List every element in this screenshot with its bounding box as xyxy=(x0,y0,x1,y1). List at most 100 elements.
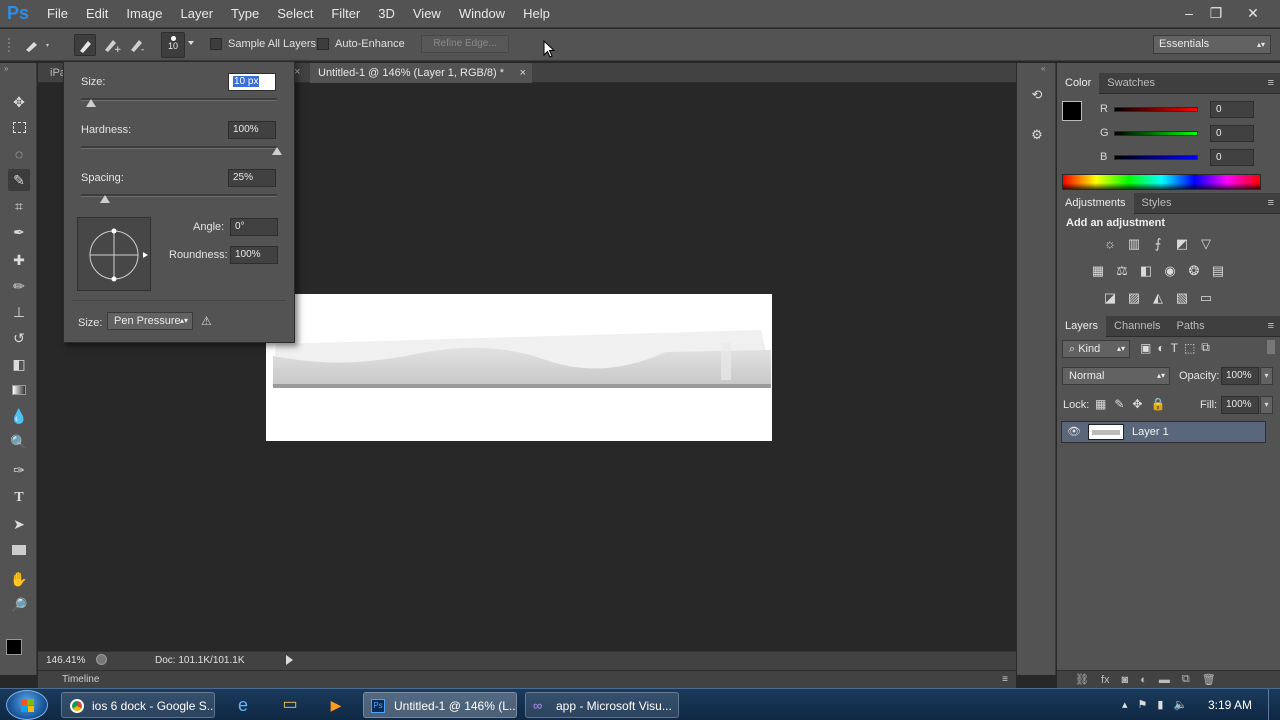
menu-file[interactable]: File xyxy=(38,0,77,28)
lock-image-icon[interactable]: ✎ xyxy=(1114,397,1124,411)
size-input[interactable]: 10 px xyxy=(228,73,276,91)
tray-chevron-icon[interactable]: ▴ xyxy=(1122,698,1128,711)
channel-mixer-icon[interactable]: ❂ xyxy=(1184,261,1204,281)
lock-transparent-icon[interactable]: ▦ xyxy=(1095,397,1106,411)
smart-object-filter-icon[interactable]: ⧉ xyxy=(1201,340,1210,355)
tab-styles[interactable]: Styles xyxy=(1134,193,1180,214)
tab-layers[interactable]: Layers xyxy=(1057,316,1107,337)
add-mask-icon[interactable]: ◙ xyxy=(1122,674,1129,686)
hue-saturation-icon[interactable]: ▦ xyxy=(1088,261,1108,281)
invert-icon[interactable]: ◪ xyxy=(1100,288,1120,308)
pen-tool-icon[interactable]: ✑ xyxy=(8,459,30,481)
new-adjustment-layer-icon[interactable]: ◐ xyxy=(1140,674,1147,686)
gradient-map-icon[interactable]: ▧ xyxy=(1172,288,1192,308)
black-white-icon[interactable]: ◧ xyxy=(1136,261,1156,281)
photo-filter-icon[interactable]: ◉ xyxy=(1160,261,1180,281)
hardness-slider[interactable] xyxy=(81,146,277,149)
document-canvas[interactable] xyxy=(266,294,772,441)
media-player-icon[interactable]: ▶ xyxy=(322,692,350,718)
tab-paths[interactable]: Paths xyxy=(1169,316,1213,337)
size-slider[interactable] xyxy=(81,98,277,101)
levels-icon[interactable]: ▥ xyxy=(1124,234,1144,254)
red-slider[interactable] xyxy=(1114,106,1198,112)
brush-angle-preview[interactable] xyxy=(77,217,151,291)
red-input[interactable]: 0 xyxy=(1210,100,1254,118)
color-lookup-icon[interactable]: ▤ xyxy=(1208,261,1228,281)
pixel-layer-filter-icon[interactable]: ▣ xyxy=(1140,341,1151,355)
tray-network-icon[interactable]: ▮ xyxy=(1157,698,1163,711)
hardness-input[interactable]: 100% xyxy=(228,121,276,139)
blend-mode-dropdown[interactable]: Normal ▴▾ xyxy=(1062,367,1170,385)
eyedropper-tool-icon[interactable]: ✒ xyxy=(8,221,30,243)
angle-input[interactable]: 0° xyxy=(230,218,278,236)
menu-filter[interactable]: Filter xyxy=(322,0,369,28)
lock-all-icon[interactable]: 🔒 xyxy=(1150,397,1165,411)
link-layers-icon[interactable]: ⛓ xyxy=(1075,673,1089,686)
brush-tool-icon[interactable]: ✏ xyxy=(8,275,30,297)
panel-menu-icon[interactable]: ≡ xyxy=(1268,77,1274,89)
visibility-eye-icon[interactable]: 👁 xyxy=(1067,425,1081,438)
foreground-color-swatch[interactable] xyxy=(6,639,22,655)
menu-edit[interactable]: Edit xyxy=(77,0,117,28)
exposure-icon[interactable]: ◩ xyxy=(1172,234,1192,254)
menu-view[interactable]: View xyxy=(404,0,450,28)
restore-button[interactable]: ❐ xyxy=(1205,4,1227,22)
menu-type[interactable]: Type xyxy=(222,0,268,28)
threshold-icon[interactable]: ◭ xyxy=(1148,288,1168,308)
timeline-tab[interactable]: Timeline xyxy=(62,674,99,685)
taskbar-visual-studio[interactable]: ∞ app - Microsoft Visu... xyxy=(525,692,679,718)
menu-window[interactable]: Window xyxy=(450,0,514,28)
eraser-tool-icon[interactable]: ◧ xyxy=(8,353,30,375)
quick-selection-tool-icon[interactable]: ✎ xyxy=(8,169,30,191)
tray-flag-icon[interactable]: ⚑ xyxy=(1138,698,1148,711)
healing-brush-tool-icon[interactable]: ✚ xyxy=(8,249,30,271)
chevron-down-icon[interactable] xyxy=(188,41,194,45)
color-spectrum-ramp[interactable] xyxy=(1062,174,1261,190)
tab-swatches[interactable]: Swatches xyxy=(1099,73,1163,94)
vibrance-icon[interactable]: ▽ xyxy=(1196,234,1216,254)
new-layer-icon[interactable]: ⧉ xyxy=(1182,673,1190,686)
show-desktop-button[interactable] xyxy=(1268,689,1280,720)
spacing-slider[interactable] xyxy=(81,194,277,197)
menu-select[interactable]: Select xyxy=(268,0,322,28)
layer-kind-filter[interactable]: ⌕ Kind ▴▾ xyxy=(1062,340,1130,358)
size-control-dropdown[interactable]: Pen Pressure ▴▾ xyxy=(107,312,193,330)
history-panel-icon[interactable]: ⟲ xyxy=(1027,87,1047,107)
tab-color[interactable]: Color xyxy=(1057,73,1100,94)
shape-layer-filter-icon[interactable]: ⬚ xyxy=(1184,341,1195,355)
dodge-tool-icon[interactable]: 🔍 xyxy=(8,431,30,453)
spacing-input[interactable]: 25% xyxy=(228,169,276,187)
menu-3d[interactable]: 3D xyxy=(369,0,404,28)
path-selection-tool-icon[interactable]: ➤ xyxy=(8,513,30,535)
refine-edge-button[interactable]: Refine Edge... xyxy=(421,35,509,53)
layer-row[interactable]: 👁 Layer 1 xyxy=(1061,421,1266,443)
sample-all-layers-checkbox[interactable]: Sample All Layers xyxy=(210,38,316,51)
rectangle-tool-icon[interactable] xyxy=(8,539,30,561)
delete-layer-icon[interactable]: 🗑 xyxy=(1202,673,1216,686)
move-tool-icon[interactable]: ✥ xyxy=(8,91,30,113)
posterize-icon[interactable]: ▨ xyxy=(1124,288,1144,308)
size-slider-thumb[interactable] xyxy=(85,99,96,107)
menu-help[interactable]: Help xyxy=(514,0,559,28)
layer-name[interactable]: Layer 1 xyxy=(1132,426,1169,438)
tab-untitled-1[interactable]: Untitled-1 @ 146% (Layer 1, RGB/8) * × xyxy=(310,63,532,83)
zoom-tool-icon[interactable]: 🔎 xyxy=(8,594,30,616)
tray-volume-icon[interactable]: 🔈 xyxy=(1173,698,1187,711)
roundness-input[interactable]: 100% xyxy=(230,246,278,264)
new-selection-button[interactable] xyxy=(74,34,96,56)
taskbar-photoshop[interactable]: Ps Untitled-1 @ 146% (L... xyxy=(363,692,517,718)
fill-dropdown-arrow[interactable]: ▾ xyxy=(1260,396,1273,414)
minimize-button[interactable]: – xyxy=(1178,4,1200,22)
layer-style-icon[interactable]: fx xyxy=(1101,674,1110,686)
close-button[interactable]: ✕ xyxy=(1242,4,1264,22)
collapse-toolbox-icon[interactable]: » xyxy=(4,64,8,73)
panel-menu-icon[interactable]: ≡ xyxy=(1002,671,1008,688)
zoom-level[interactable]: 146.41% xyxy=(46,655,85,666)
crop-tool-icon[interactable]: ⌗ xyxy=(8,195,30,217)
brush-size-picker[interactable]: 10 xyxy=(161,32,185,58)
tool-preset-picker[interactable] xyxy=(22,34,49,56)
opacity-dropdown-arrow[interactable]: ▾ xyxy=(1260,367,1273,385)
hardness-slider-thumb[interactable] xyxy=(272,147,282,155)
lock-position-icon[interactable]: ✥ xyxy=(1132,397,1142,411)
status-menu-arrow-icon[interactable] xyxy=(286,655,293,665)
